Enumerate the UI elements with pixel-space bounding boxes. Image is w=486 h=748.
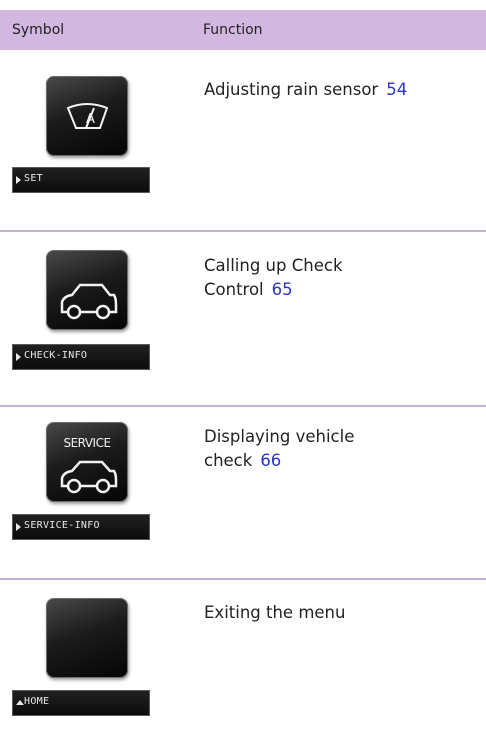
vehicle-check-button[interactable]: SERVICE	[46, 422, 128, 502]
bar-label: SERVICE-INFO	[24, 520, 100, 531]
symbol-function-table: Symbol Function A SET Adjusting rain sen…	[0, 0, 486, 748]
row-divider	[0, 405, 486, 407]
play-arrow-icon	[16, 523, 21, 531]
car-icon	[60, 283, 118, 320]
blank-button-icon	[46, 598, 128, 678]
home-menu-bar[interactable]: HOME	[12, 690, 150, 716]
car-icon	[60, 460, 118, 494]
svg-text:A: A	[86, 112, 95, 127]
row-divider	[0, 230, 486, 232]
check-control-button[interactable]	[46, 250, 128, 330]
bar-label: HOME	[24, 696, 50, 707]
set-menu-bar[interactable]: SET	[12, 167, 150, 193]
function-text: Exiting the menu	[204, 603, 346, 622]
table-header: Symbol Function	[0, 10, 486, 50]
function-description: Adjusting rain sensor 54	[204, 78, 474, 102]
play-arrow-icon	[16, 176, 21, 184]
page-ref-link[interactable]: 65	[272, 280, 293, 299]
page-ref-link[interactable]: 54	[386, 80, 407, 99]
rain-sensor-button[interactable]: A	[46, 76, 128, 156]
up-arrow-icon	[16, 700, 24, 705]
header-symbol: Symbol	[12, 22, 65, 38]
bar-label: SET	[24, 173, 43, 184]
function-description: Displaying vehicle check 66	[204, 425, 394, 473]
play-arrow-icon	[16, 353, 21, 361]
page-ref-link[interactable]: 66	[260, 451, 281, 470]
exit-menu-button[interactable]	[46, 598, 128, 678]
function-text: Adjusting rain sensor	[204, 80, 379, 99]
function-description: Calling up Check Control 65	[204, 254, 394, 302]
wiper-a-icon: A	[66, 103, 109, 129]
bar-label: CHECK-INFO	[24, 350, 88, 361]
service-info-menu-bar[interactable]: SERVICE-INFO	[12, 514, 150, 540]
row-divider	[0, 578, 486, 580]
check-info-menu-bar[interactable]: CHECK-INFO	[12, 344, 150, 370]
header-function: Function	[203, 22, 263, 38]
function-description: Exiting the menu	[204, 601, 474, 625]
